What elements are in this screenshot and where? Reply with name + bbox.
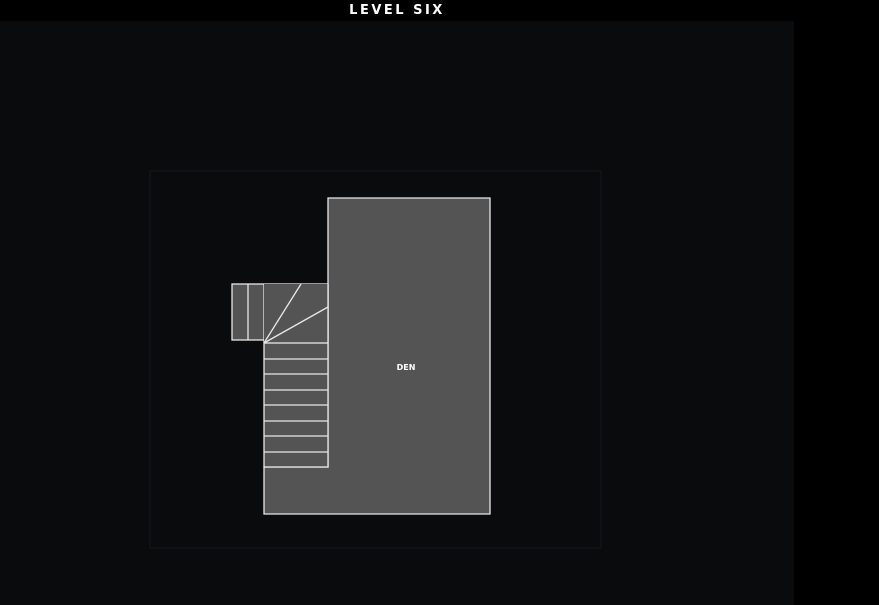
den-label: DEN — [397, 363, 416, 372]
floorplan-svg: DEN — [149, 170, 602, 549]
